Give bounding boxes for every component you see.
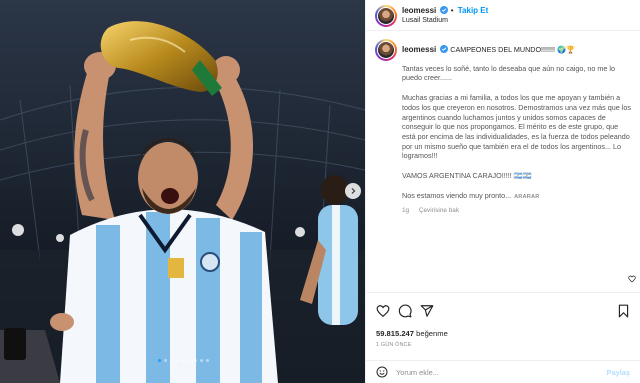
post-header: leomessi • Takip Et Lusail Stadium bbox=[366, 0, 640, 31]
carousel-dot bbox=[176, 359, 179, 362]
caption-last-line: Nos estamos viendo muy pronto... ARARAR bbox=[402, 191, 632, 203]
post-actions: 59.815.247 beğenme 1 GÜN ÖNCE bbox=[366, 292, 640, 350]
action-icons bbox=[376, 304, 434, 318]
carousel-dot bbox=[194, 359, 197, 362]
carousel-dot bbox=[170, 359, 173, 362]
post-photo[interactable] bbox=[0, 0, 365, 383]
carousel-indicator bbox=[158, 359, 209, 362]
caption-meta: 1g Çevirisine bak bbox=[402, 206, 632, 216]
carousel-dot bbox=[158, 359, 161, 362]
caption-more-link[interactable]: ARARAR bbox=[514, 194, 539, 200]
caption-last-text: Nos estamos viendo muy pronto... bbox=[402, 190, 512, 200]
caption-age: 1g bbox=[402, 207, 410, 215]
caption-headline: CAMPEONES DEL MUNDO!!!!!!! 🌍🏆 bbox=[450, 45, 575, 54]
header-username[interactable]: leomessi bbox=[402, 6, 436, 15]
comment-icon[interactable] bbox=[398, 304, 412, 318]
post-sidebar: leomessi • Takip Et Lusail Stadium leome… bbox=[365, 0, 640, 383]
caption-username[interactable]: leomessi bbox=[402, 45, 436, 54]
carousel-dot bbox=[164, 359, 167, 362]
caption-first-line: leomessi CAMPEONES DEL MUNDO!!!!!!! 🌍🏆 bbox=[402, 45, 632, 55]
caption-avatar[interactable] bbox=[375, 39, 397, 61]
photo-illustration bbox=[0, 0, 365, 383]
verified-icon bbox=[440, 45, 449, 53]
carousel-dot bbox=[206, 359, 209, 362]
see-translation-link[interactable]: Çevirisine bak bbox=[419, 207, 459, 214]
heart-icon[interactable] bbox=[628, 275, 636, 283]
chevron-right-icon bbox=[351, 188, 356, 194]
follow-button[interactable]: Takip Et bbox=[458, 6, 489, 15]
header-username-row: leomessi • Takip Et bbox=[402, 6, 489, 15]
caption-paragraph: Tantas veces lo soñé, tanto lo deseaba q… bbox=[402, 63, 615, 83]
emoji-icon[interactable] bbox=[376, 366, 388, 378]
next-photo-button[interactable] bbox=[345, 183, 361, 199]
caption: leomessi CAMPEONES DEL MUNDO!!!!!!! 🌍🏆 T… bbox=[366, 32, 640, 292]
post-time: 1 GÜN ÖNCE bbox=[376, 342, 412, 348]
share-icon[interactable] bbox=[420, 304, 434, 318]
location-link[interactable]: Lusail Stadium bbox=[402, 17, 448, 24]
heart-icon[interactable] bbox=[376, 304, 390, 318]
likes-count[interactable]: 59.815.247 beğenme bbox=[376, 329, 448, 338]
carousel-dot bbox=[188, 359, 191, 362]
caption-paragraph: Muchas gracias a mi familia, a todos los… bbox=[402, 93, 631, 161]
likes-number: 59.815.247 bbox=[376, 329, 415, 338]
avatar[interactable] bbox=[375, 5, 397, 27]
carousel-dot bbox=[200, 359, 203, 362]
carousel-dot bbox=[182, 359, 185, 362]
caption-body: leomessi CAMPEONES DEL MUNDO!!!!!!! 🌍🏆 T… bbox=[402, 45, 632, 216]
verified-icon bbox=[440, 6, 449, 14]
bookmark-icon[interactable] bbox=[617, 304, 630, 318]
comment-input[interactable] bbox=[396, 365, 586, 379]
comment-box: Paylaş bbox=[366, 360, 640, 383]
likes-label: beğenme bbox=[416, 329, 448, 338]
post-comment-button[interactable]: Paylaş bbox=[607, 368, 630, 377]
post-dialog: leomessi • Takip Et Lusail Stadium leome… bbox=[0, 0, 640, 383]
caption-paragraph: VAMOS ARGENTINA CARAJO!!!!! 🇦🇷🇦🇷 bbox=[402, 171, 532, 181]
